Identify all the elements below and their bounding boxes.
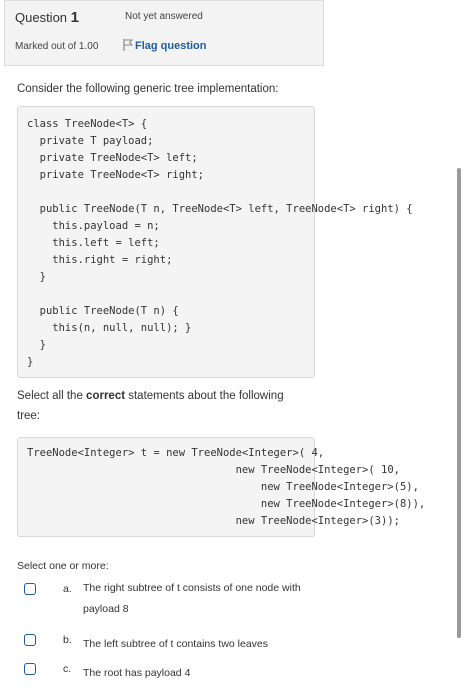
question-number: 1 (70, 9, 80, 26)
flag-icon (123, 39, 134, 54)
question-grade: Marked out of 1.00 (15, 41, 99, 52)
question-title: Question 1 (15, 9, 79, 26)
flag-question-link[interactable]: Flag question (123, 39, 207, 54)
code-text-2: TreeNode<Integer> t = new TreeNode<Integ… (27, 447, 426, 527)
question-info-panel: Question 1 Not yet answered Marked out o… (4, 0, 324, 66)
flag-question-label: Flag question (135, 40, 207, 52)
instruction-line2: tree: (17, 410, 41, 422)
instruction-after: statements about the following (125, 390, 284, 402)
choice-c-text: The root has payload 4 (83, 667, 191, 679)
choice-a-checkbox[interactable] (24, 583, 36, 595)
choice-a-letter: a. (63, 583, 72, 595)
instruction-before: Select all the (17, 390, 87, 402)
choice-b-checkbox[interactable] (24, 634, 36, 646)
choice-b-letter: b. (63, 634, 72, 646)
select-one-or-more-label: Select one or more: (17, 560, 109, 572)
question-state: Not yet answered (125, 11, 203, 22)
question-label: Question (15, 10, 68, 25)
choice-b-text: The left subtree of t contains two leave… (83, 638, 269, 650)
question-prompt: Consider the following generic tree impl… (17, 83, 279, 95)
code-text-1: class TreeNode<T> { private T payload; p… (27, 118, 413, 368)
page-scrollbar[interactable] (457, 168, 461, 638)
choice-c-checkbox[interactable] (24, 663, 36, 675)
code-block-treenode-class: class TreeNode<T> { private T payload; p… (17, 106, 413, 378)
choice-c-letter: c. (63, 663, 72, 675)
choice-a-text: The right subtree of t consists of one n… (83, 582, 301, 615)
code-block-tree-instance: TreeNode<Integer> t = new TreeNode<Integ… (17, 437, 426, 537)
question-instruction: Select all the correct statements about … (17, 386, 284, 426)
instruction-bold: correct (86, 390, 126, 402)
